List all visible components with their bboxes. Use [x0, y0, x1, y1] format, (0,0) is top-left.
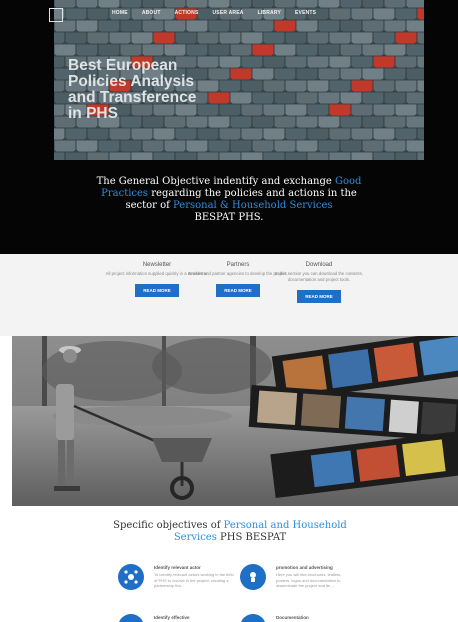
megaphone-icon	[240, 564, 266, 590]
slate-tile	[130, 151, 154, 160]
specific-objectives-section: Specific objectives of Personal and Hous…	[0, 506, 458, 622]
feature-title: Identify effective	[154, 615, 190, 620]
slate-tile	[416, 151, 424, 160]
newsletter-read-more-button[interactable]: READ MORE	[135, 284, 179, 298]
nav-about[interactable]: ABOUT	[142, 10, 161, 16]
objectives-title-part: Specific objectives of	[113, 520, 224, 531]
download-read-more-button[interactable]: READ MORE	[297, 290, 341, 304]
slate-tile	[64, 151, 88, 160]
download-column: Download In this section you can downloa…	[264, 262, 374, 304]
column-text: In this section you can download the con…	[275, 271, 363, 283]
target-icon	[118, 614, 144, 622]
slate-tile	[306, 151, 330, 160]
nav-events[interactable]: EVENTS	[295, 10, 316, 16]
main-nav: HOME ABOUT ACTIONS USER AREA LIBRARY EVE…	[112, 10, 316, 16]
feature-text: To identify relevant actors working in t…	[154, 572, 234, 589]
hero-title-line: in PHS	[68, 105, 118, 122]
slate-tile	[196, 151, 220, 160]
partners-read-more-button[interactable]: READ MORE	[216, 284, 260, 298]
slate-tile	[108, 151, 132, 160]
tagline-part: BESPAT PHS.	[194, 212, 264, 223]
feature-title: Documentation	[276, 615, 309, 620]
slate-tile	[86, 151, 110, 160]
feature-title: Identify relevant actor	[154, 565, 201, 570]
network-icon	[118, 564, 144, 590]
objectives-title: Specific objectives of Personal and Hous…	[100, 520, 360, 544]
document-icon	[240, 614, 266, 622]
nav-home[interactable]: HOME	[112, 10, 128, 16]
slate-tile	[284, 151, 308, 160]
page: Best European Policies Analysis and Tran…	[0, 0, 458, 622]
header-section: Best European Policies Analysis and Tran…	[0, 0, 458, 254]
objectives-title-part: PHS BESPAT	[216, 532, 287, 543]
feature-title: promotion and advertising	[276, 565, 333, 570]
hero-title-line: Policies Analysis	[68, 73, 195, 90]
slate-tile	[328, 151, 352, 160]
hero-title-line: and Transference	[68, 89, 197, 106]
slate-tile	[240, 151, 264, 160]
slate-tile	[174, 151, 198, 160]
feature-text: Here you will find brochures, leaflets, …	[276, 572, 342, 589]
column-title: Download	[305, 262, 333, 268]
info-columns: Newsletter All project information suppl…	[0, 254, 458, 336]
slate-tile	[152, 151, 176, 160]
tagline-part: The General Objective indentify and exch…	[96, 176, 335, 187]
slate-tile	[262, 151, 286, 160]
nav-library[interactable]: LIBRARY	[258, 10, 281, 16]
general-objective-text: The General Objective indentify and exch…	[90, 176, 368, 224]
hero-title-line: Best European	[68, 57, 178, 74]
slate-tile	[54, 151, 66, 160]
hero-banner: Best European Policies Analysis and Tran…	[54, 0, 424, 160]
slate-tile	[372, 151, 396, 160]
slate-tile	[218, 151, 242, 160]
slate-tile	[350, 151, 374, 160]
site-logo-icon[interactable]	[49, 8, 63, 22]
hero-title: Best European Policies Analysis and Tran…	[68, 58, 258, 122]
nav-user-area[interactable]: USER AREA	[213, 10, 244, 16]
slate-tile	[394, 151, 418, 160]
photo-banner	[12, 336, 458, 506]
farmer-filmstrip-image	[12, 336, 458, 506]
nav-actions[interactable]: ACTIONS	[175, 10, 199, 16]
phs-link[interactable]: Personal & Household Services	[173, 200, 333, 211]
